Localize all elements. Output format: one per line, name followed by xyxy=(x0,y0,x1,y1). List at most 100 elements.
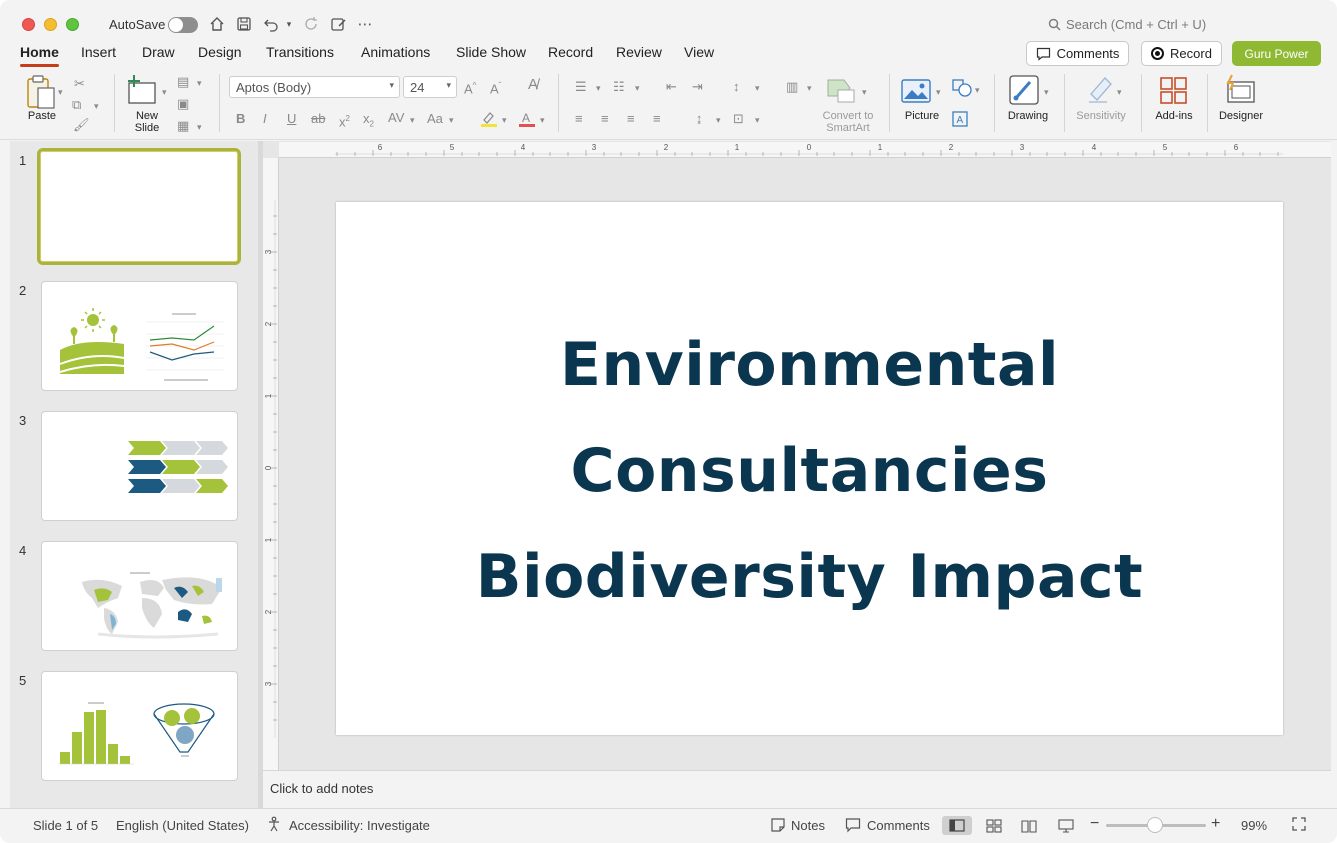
change-case-icon[interactable]: Aa xyxy=(427,111,443,127)
numbering-dropdown-icon[interactable]: ▾ xyxy=(635,80,640,96)
undo-icon[interactable] xyxy=(262,14,280,34)
tab-design[interactable]: Design xyxy=(198,44,242,60)
bullets-icon[interactable]: ☰ xyxy=(575,79,587,95)
copy-dropdown-icon[interactable]: ▾ xyxy=(94,98,99,114)
columns-dropdown-icon[interactable]: ▾ xyxy=(807,80,812,96)
numbering-icon[interactable]: ☷ xyxy=(613,79,625,95)
align-right-icon[interactable]: ≡ xyxy=(627,111,635,127)
autosave-toggle[interactable] xyxy=(168,17,198,33)
slide-thumbnail-1[interactable] xyxy=(37,148,241,265)
font-name-select[interactable]: Aptos (Body) ▾ xyxy=(229,76,400,98)
drawing-dropdown-icon[interactable]: ▾ xyxy=(1044,84,1049,100)
line-spacing-dropdown-icon[interactable]: ▾ xyxy=(755,80,760,96)
new-slide-icon[interactable] xyxy=(126,74,158,106)
picture-dropdown-icon[interactable]: ▾ xyxy=(936,84,941,100)
text-direction-dropdown-icon[interactable]: ▾ xyxy=(716,112,721,128)
close-window-button[interactable] xyxy=(22,18,35,31)
search-box[interactable]: Search (Cmd + Ctrl + U) xyxy=(1048,17,1206,32)
save-icon[interactable] xyxy=(235,14,253,34)
highlight-icon[interactable] xyxy=(479,110,499,128)
highlight-dropdown-icon[interactable]: ▾ xyxy=(502,112,507,128)
zoom-in-button[interactable]: + xyxy=(1211,815,1220,833)
fit-to-window-icon[interactable] xyxy=(1291,816,1307,835)
quick-access-icon[interactable] xyxy=(329,14,347,34)
tab-home[interactable]: Home xyxy=(20,44,59,67)
picture-icon[interactable] xyxy=(901,78,931,104)
slide-show-button[interactable] xyxy=(1051,816,1081,835)
slide-title[interactable]: Environmental Consultancies Biodiversity… xyxy=(336,312,1283,630)
text-box-icon[interactable]: A xyxy=(951,110,969,128)
text-direction-icon[interactable]: ↨ xyxy=(696,111,703,127)
columns-icon[interactable]: ▥ xyxy=(786,79,798,95)
language-status[interactable]: English (United States) xyxy=(116,818,249,833)
reading-view-button[interactable] xyxy=(1014,816,1044,835)
sensitivity-dropdown-icon[interactable]: ▾ xyxy=(1117,84,1122,100)
italic-icon[interactable]: I xyxy=(263,111,267,127)
paste-icon[interactable] xyxy=(24,74,58,110)
zoom-slider-handle[interactable] xyxy=(1147,817,1163,833)
undo-dropdown-icon[interactable]: ▾ xyxy=(284,14,294,34)
designer-icon[interactable] xyxy=(1224,74,1258,106)
shapes-dropdown-icon[interactable]: ▾ xyxy=(975,82,980,98)
align-left-icon[interactable]: ≡ xyxy=(575,111,583,127)
more-icon[interactable]: ⋯ xyxy=(356,14,374,34)
bold-icon[interactable]: B xyxy=(236,111,245,127)
clear-formatting-icon[interactable]: A̸ xyxy=(528,77,538,93)
paste-dropdown-icon[interactable]: ▾ xyxy=(58,84,63,100)
tab-insert[interactable]: Insert xyxy=(81,44,116,60)
justify-icon[interactable]: ≡ xyxy=(653,111,661,127)
shapes-icon[interactable] xyxy=(951,78,973,98)
zoom-level[interactable]: 99% xyxy=(1241,818,1267,833)
redo-icon[interactable] xyxy=(302,14,320,34)
copy-icon[interactable]: ⧉ xyxy=(72,97,81,113)
tab-record[interactable]: Record xyxy=(548,44,593,60)
record-button[interactable]: Record xyxy=(1141,41,1222,66)
bullets-dropdown-icon[interactable]: ▾ xyxy=(596,80,601,96)
slide-thumbnail-5[interactable] xyxy=(41,671,238,781)
character-spacing-dropdown-icon[interactable]: ▾ xyxy=(410,112,415,128)
change-case-dropdown-icon[interactable]: ▾ xyxy=(449,112,454,128)
tab-slide-show[interactable]: Slide Show xyxy=(456,44,526,60)
subscript-icon[interactable]: x2 xyxy=(363,111,374,133)
smartart-icon[interactable] xyxy=(826,76,858,104)
guru-power-button[interactable]: Guru Power xyxy=(1232,41,1321,66)
align-center-icon[interactable]: ≡ xyxy=(601,111,609,127)
slide-thumbnail-4[interactable] xyxy=(41,541,238,651)
cut-icon[interactable]: ✂ xyxy=(74,76,85,92)
addins-icon[interactable] xyxy=(1159,76,1189,106)
tab-animations[interactable]: Animations xyxy=(361,44,430,60)
tab-view[interactable]: View xyxy=(684,44,714,60)
accessibility-status[interactable]: Accessibility: Investigate xyxy=(289,818,430,833)
layout-dropdown-icon[interactable]: ▾ xyxy=(197,75,202,91)
drawing-icon[interactable] xyxy=(1008,74,1040,106)
character-spacing-icon[interactable]: AV xyxy=(388,110,404,126)
comments-button[interactable]: Comments xyxy=(1026,41,1129,66)
superscript-icon[interactable]: x2 xyxy=(339,111,350,130)
format-painter-icon[interactable]: 🖌 xyxy=(73,117,90,133)
section-dropdown-icon[interactable]: ▾ xyxy=(197,119,202,135)
decrease-font-icon[interactable]: Aˇ xyxy=(490,78,501,97)
line-spacing-icon[interactable]: ↕ xyxy=(733,79,740,95)
font-color-icon[interactable]: A xyxy=(517,110,537,128)
smartart-dropdown-icon[interactable]: ▾ xyxy=(862,84,867,100)
section-icon[interactable]: ▦ xyxy=(177,118,189,134)
underline-icon[interactable]: U xyxy=(287,111,296,127)
minimize-window-button[interactable] xyxy=(44,18,57,31)
home-icon[interactable] xyxy=(208,14,226,34)
align-text-dropdown-icon[interactable]: ▾ xyxy=(755,112,760,128)
font-color-dropdown-icon[interactable]: ▾ xyxy=(540,112,545,128)
increase-font-icon[interactable]: A^ xyxy=(464,78,476,97)
notes-pane[interactable]: Click to add notes xyxy=(263,770,1331,808)
zoom-out-button[interactable]: − xyxy=(1090,815,1099,833)
notes-toggle[interactable]: Notes xyxy=(791,818,825,833)
current-slide[interactable]: Environmental Consultancies Biodiversity… xyxy=(336,202,1283,735)
slide-thumbnail-3[interactable] xyxy=(41,411,238,521)
slide-thumbnail-2[interactable] xyxy=(41,281,238,391)
tab-draw[interactable]: Draw xyxy=(142,44,175,60)
normal-view-button[interactable] xyxy=(942,816,972,835)
sensitivity-icon[interactable] xyxy=(1087,74,1115,104)
tab-transitions[interactable]: Transitions xyxy=(266,44,334,60)
strikethrough-icon[interactable]: ab xyxy=(311,111,325,127)
slide-sorter-button[interactable] xyxy=(979,816,1009,835)
new-slide-dropdown-icon[interactable]: ▾ xyxy=(162,84,167,100)
